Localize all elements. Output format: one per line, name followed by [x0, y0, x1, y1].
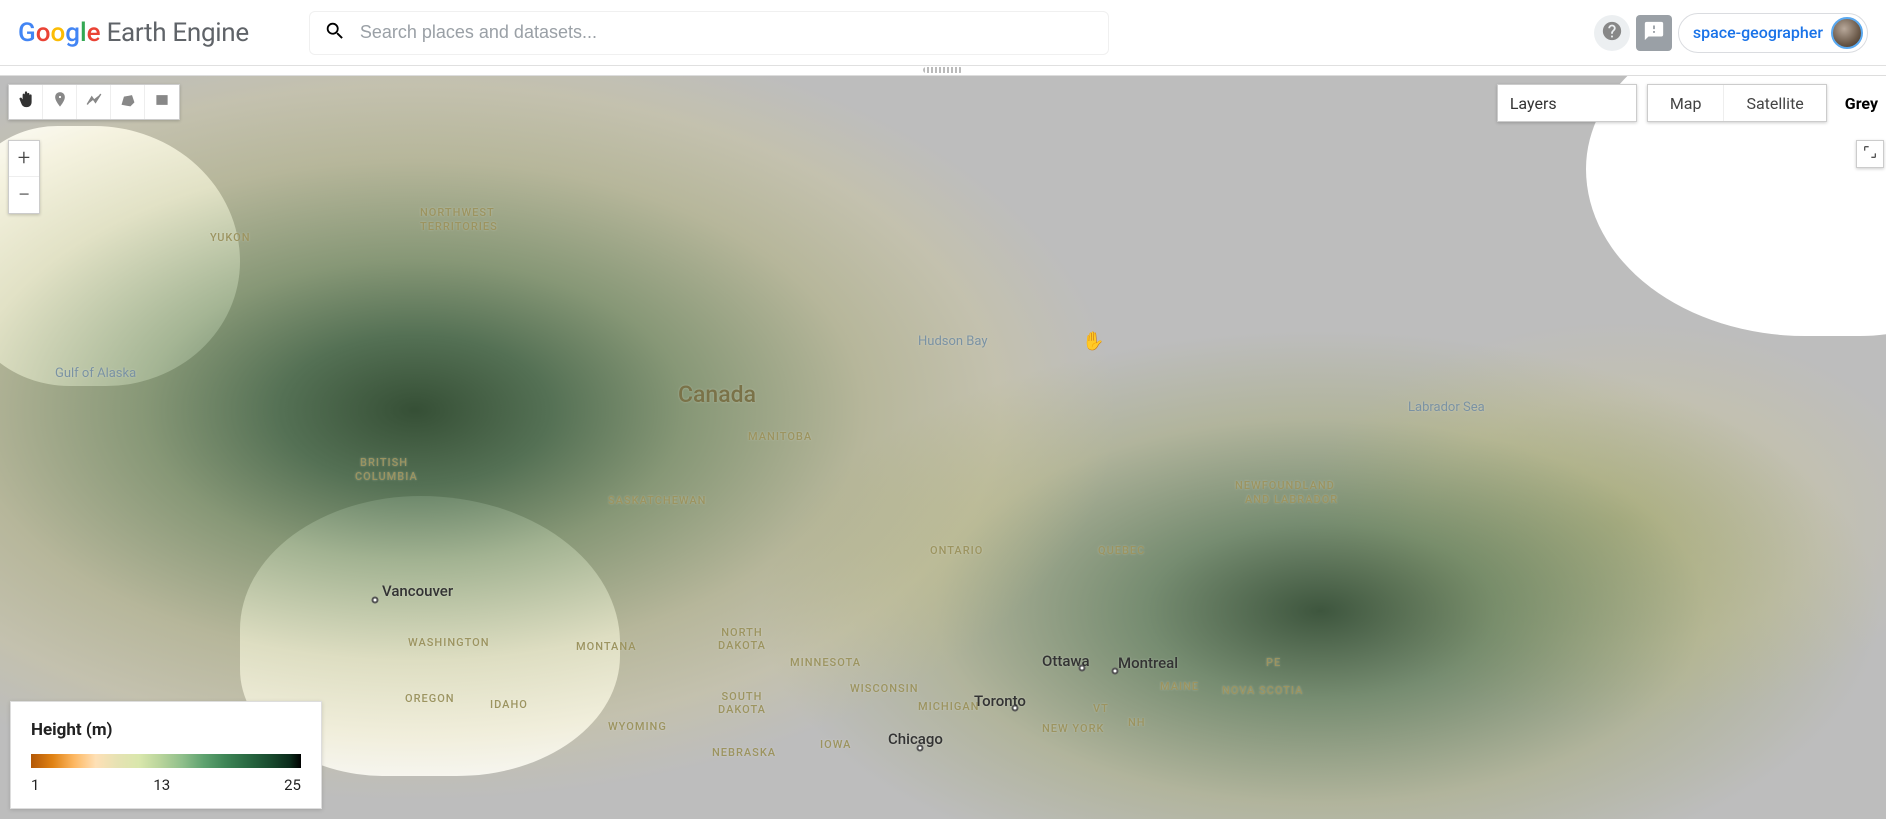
- search-input[interactable]: [360, 22, 1094, 43]
- map-province-label: NORTHWEST: [420, 206, 495, 219]
- map-tab[interactable]: Map: [1648, 85, 1724, 121]
- map-city-label: Montreal: [1118, 654, 1178, 672]
- map-city-dot: [917, 745, 924, 752]
- rectangle-icon: [153, 91, 171, 113]
- grey-tab[interactable]: Grey: [1837, 94, 1878, 113]
- polygon-icon: [119, 91, 137, 113]
- zoom-out-button[interactable]: −: [9, 177, 39, 213]
- zoom-control: + −: [8, 140, 40, 214]
- help-icon: [1601, 20, 1623, 46]
- search-icon: [324, 20, 346, 46]
- polygon-tool[interactable]: [111, 85, 145, 119]
- feedback-icon: [1643, 20, 1665, 46]
- drawing-toolbar: [8, 84, 180, 120]
- map-province-label: MAINE: [1160, 680, 1199, 693]
- map-province-label: NOVA SCOTIA: [1222, 684, 1303, 697]
- feedback-button[interactable]: [1636, 15, 1672, 51]
- legend-ticks: 1 13 25: [31, 776, 301, 794]
- avatar: [1831, 17, 1863, 49]
- polyline-icon: [85, 91, 103, 113]
- google-earth-engine-logo[interactable]: Google Earth Engine: [18, 18, 249, 48]
- map-province-label: QUEBEC: [1098, 544, 1145, 557]
- satellite-tab[interactable]: Satellite: [1723, 85, 1825, 121]
- map-province-label: NH: [1128, 716, 1146, 729]
- header-actions: space-geographer: [1594, 13, 1868, 53]
- map-state-label: NORTH DAKOTA: [718, 626, 766, 652]
- map-state-label: WISCONSIN: [850, 682, 919, 695]
- logo-letter: l: [80, 18, 87, 48]
- zoom-in-button[interactable]: +: [9, 141, 39, 177]
- map-city-dot: [1112, 668, 1119, 675]
- line-tool[interactable]: [77, 85, 111, 119]
- map-state-label: NEBRASKA: [712, 746, 776, 759]
- account-chip[interactable]: space-geographer: [1678, 13, 1868, 53]
- logo-letter: g: [65, 18, 80, 48]
- logo-letter: G: [18, 18, 36, 48]
- logo-letter: e: [87, 18, 101, 48]
- map-state-label: NEW YORK: [1042, 722, 1104, 735]
- map-city-dot: [1012, 705, 1019, 712]
- logo-letter: o: [36, 18, 51, 48]
- map-type-controls: Layers Map Satellite Grey: [1497, 84, 1878, 122]
- map-city-dot: [372, 597, 379, 604]
- map-province-label: ONTARIO: [930, 544, 983, 557]
- map-province-label: NEWFOUNDLAND: [1235, 479, 1335, 492]
- legend-colorbar: [31, 754, 301, 768]
- basemap-tabs: Map Satellite: [1647, 84, 1827, 122]
- map-province-label: BRITISH: [360, 456, 408, 469]
- logo-letter: o: [50, 18, 65, 48]
- search-box[interactable]: [309, 11, 1109, 55]
- legend-max: 25: [284, 776, 301, 794]
- hand-icon: [17, 91, 35, 113]
- legend-mid: 13: [153, 776, 170, 794]
- map-state-label: IOWA: [820, 738, 851, 751]
- map-state-label: SOUTH DAKOTA: [718, 690, 766, 716]
- pan-tool[interactable]: [9, 85, 43, 119]
- map-province-label: VT: [1093, 702, 1109, 715]
- map-city-label: Chicago: [888, 730, 943, 748]
- map-province-label: PE: [1266, 656, 1281, 669]
- username: space-geographer: [1693, 23, 1823, 42]
- rectangle-tool[interactable]: [145, 85, 179, 119]
- legend-title: Height (m): [31, 720, 301, 740]
- map-water-label: Hudson Bay: [918, 334, 988, 349]
- legend-min: 1: [31, 776, 39, 794]
- map-city-dot: [1079, 665, 1086, 672]
- map-canvas[interactable]: Gulf of Alaska Hudson Bay Labrador Sea C…: [0, 76, 1886, 819]
- point-tool[interactable]: [43, 85, 77, 119]
- map-province-label: MANITOBA: [748, 430, 812, 443]
- layers-button[interactable]: Layers: [1497, 84, 1637, 122]
- fullscreen-icon: [1862, 144, 1878, 164]
- map-state-label: WYOMING: [608, 720, 667, 733]
- logo-product-name: Earth Engine: [107, 18, 249, 48]
- map-province-label: TERRITORIES: [420, 220, 498, 233]
- cursor-indicator-icon: ✋: [1082, 331, 1104, 352]
- map-province-label: SASKATCHEWAN: [608, 494, 707, 507]
- map-state-label: MICHIGAN: [918, 700, 979, 713]
- map-country-label: Canada: [678, 381, 756, 408]
- legend-panel: Height (m) 1 13 25: [10, 701, 322, 809]
- map-province-label: COLUMBIA: [355, 470, 418, 483]
- panel-resize-handle[interactable]: [0, 66, 1886, 76]
- map-water-label: Labrador Sea: [1408, 400, 1485, 415]
- drag-handle-icon: [923, 67, 963, 73]
- map-state-label: MINNESOTA: [790, 656, 861, 669]
- layers-label: Layers: [1510, 94, 1557, 113]
- pin-icon: [51, 91, 69, 113]
- fullscreen-button[interactable]: [1856, 140, 1884, 168]
- app-header: Google Earth Engine space-geographer: [0, 0, 1886, 66]
- help-button[interactable]: [1594, 15, 1630, 51]
- map-province-label: AND LABRADOR: [1245, 493, 1338, 506]
